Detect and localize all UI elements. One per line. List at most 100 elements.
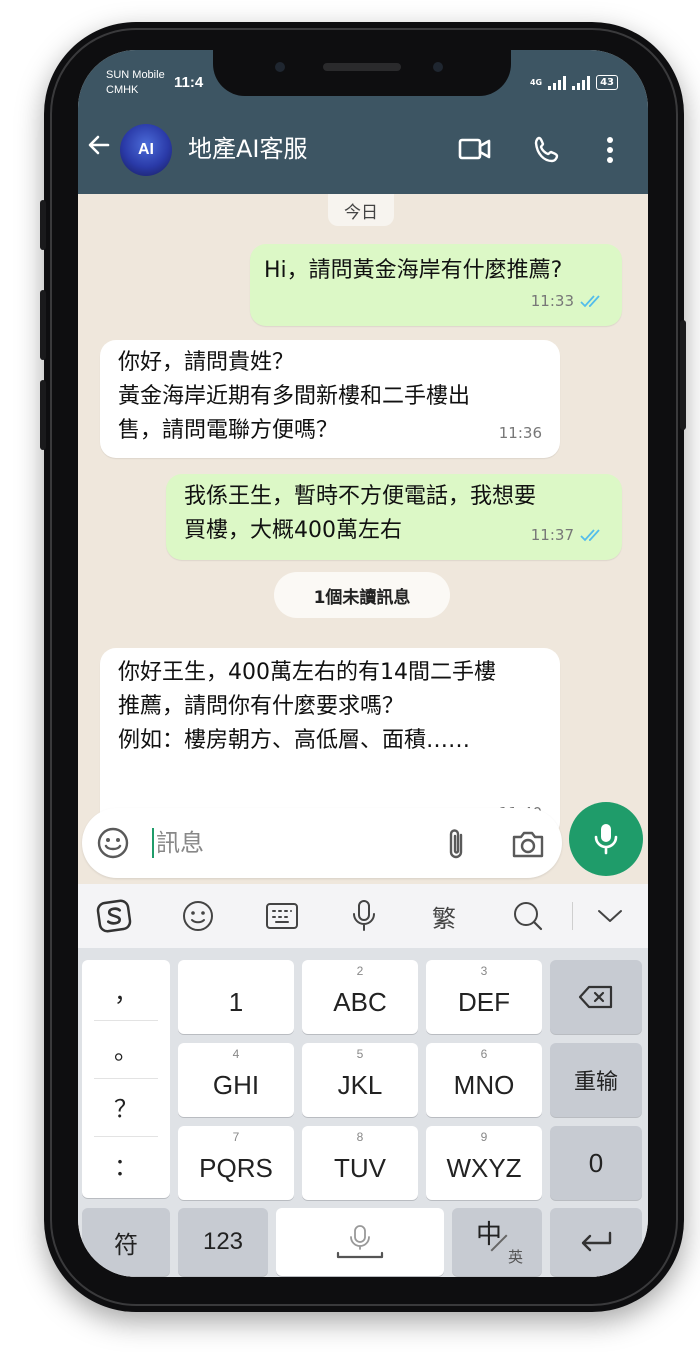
traditional-chinese-toggle[interactable]: 繁 — [426, 898, 462, 934]
backspace-icon — [578, 985, 613, 1009]
chevron-down-icon[interactable] — [592, 898, 628, 934]
signal-icon — [548, 75, 567, 90]
status-time: 11:4 — [174, 74, 204, 91]
front-camera — [275, 62, 285, 72]
emoji-icon[interactable] — [96, 826, 130, 864]
key-9[interactable]: 9 WXYZ — [426, 1126, 542, 1200]
signal-icon-2 — [572, 75, 591, 90]
key-sub: 7 — [232, 1130, 240, 1144]
message-time: 11:36 — [498, 424, 542, 442]
sensor — [433, 62, 443, 72]
key-label: MNO — [453, 1069, 515, 1100]
message-outgoing[interactable]: Hi，請問黃金海岸有什麼推薦? 11:33 — [250, 244, 622, 326]
search-icon[interactable] — [510, 898, 546, 934]
message-line: 你好王生，400萬左右的有14間二手樓 — [118, 660, 496, 685]
side-button-left-3 — [40, 380, 46, 450]
message-time: 11:33 — [530, 292, 574, 310]
message-line: 推薦，請問你有什麼要求嗎？ — [118, 694, 405, 719]
enter-key[interactable] — [550, 1208, 642, 1276]
attach-icon[interactable] — [444, 826, 468, 866]
read-ticks-icon — [580, 529, 600, 542]
carrier-line-1: SUN Mobile — [106, 69, 165, 81]
key-2[interactable]: 2 ABC — [302, 960, 418, 1034]
punct-key[interactable]: ？ — [82, 1078, 170, 1134]
lang-main-label: 中 — [476, 1219, 503, 1249]
message-input[interactable]: 訊息 — [152, 828, 204, 858]
key-1[interactable]: 1 — [178, 960, 294, 1034]
message-input-bar: 訊息 — [82, 808, 562, 878]
punct-key[interactable]: 。 — [82, 1020, 170, 1076]
unread-divider: 1個未讀訊息 — [274, 572, 450, 618]
backspace-key[interactable] — [550, 960, 642, 1034]
message-outgoing[interactable]: 我係王生，暫時不方便電話，我想要 買樓，大概400萬左右 11:37 — [166, 474, 622, 560]
key-label: TUV — [334, 1152, 386, 1183]
key-label: PQRS — [199, 1152, 273, 1183]
status-icons: 4G 43 — [530, 75, 618, 90]
battery-icon: 43 — [596, 75, 618, 90]
message-line: 黃金海岸近期有多間新樓和二手樓出 — [118, 384, 471, 409]
key-label: 1 — [228, 986, 244, 1017]
space-mic-icon — [336, 1225, 384, 1259]
key-sub: 6 — [480, 1047, 488, 1061]
punctuation-column: ， 。 ？ ： — [82, 960, 170, 1198]
camera-icon[interactable] — [510, 828, 546, 864]
key-sub: 9 — [480, 1130, 488, 1144]
message-meta: 11:36 — [499, 416, 542, 450]
side-button-left-1 — [40, 200, 46, 250]
key-5[interactable]: 5 JKL — [302, 1043, 418, 1117]
lang-sub-label: 英 — [508, 1249, 524, 1266]
key-7[interactable]: 7 PQRS — [178, 1126, 294, 1200]
key-3[interactable]: 3 DEF — [426, 960, 542, 1034]
space-key[interactable] — [276, 1208, 444, 1276]
notch — [213, 50, 511, 96]
video-call-icon[interactable] — [458, 134, 492, 168]
key-label: GHI — [212, 1069, 260, 1100]
message-line: 例如：樓房朝方、高低層、面積…… — [118, 728, 471, 753]
message-incoming[interactable]: 你好，請問貴姓？ 黃金海岸近期有多間新樓和二手樓出 售，請問電聯方便嗎？ 11:… — [100, 340, 560, 458]
keyboard-toolbar: 繁 — [78, 884, 648, 948]
symbol-key[interactable]: 符 — [82, 1208, 170, 1276]
message-line: 售，請問電聯方便嗎？ — [118, 418, 339, 443]
more-vert-icon[interactable] — [606, 136, 614, 168]
date-chip: 今日 — [328, 194, 394, 226]
screen: SUN Mobile CMHK 11:4 4G 43 AI 地產AI客服 今日 — [78, 50, 648, 1277]
message-meta: 11:33 — [531, 284, 604, 318]
side-button-right — [680, 320, 686, 430]
key-8[interactable]: 8 TUV — [302, 1126, 418, 1200]
read-ticks-icon — [580, 295, 600, 308]
chat-area[interactable]: 今日 Hi，請問黃金海岸有什麼推薦? 11:33 你好，請問貴姓？ 黃金海岸近期… — [78, 194, 648, 884]
keyboard: ， 。 ？ ： 1 2 ABC 3 DEF 4 GHI 5 JKL 6 MNO … — [78, 948, 648, 1277]
key-4[interactable]: 4 GHI — [178, 1043, 294, 1117]
key-sub: 2 — [356, 964, 364, 978]
keyboard-icon[interactable] — [264, 898, 300, 934]
voice-input-icon[interactable] — [346, 898, 382, 934]
punct-key[interactable]: ， — [82, 962, 170, 1018]
carrier-line-2: CMHK — [106, 84, 139, 96]
key-6[interactable]: 6 MNO — [426, 1043, 542, 1117]
message-time: 11:37 — [530, 526, 574, 544]
punct-key[interactable]: ： — [82, 1136, 170, 1192]
key-0[interactable]: 0 — [550, 1126, 642, 1200]
key-label: WXYZ — [446, 1152, 522, 1183]
key-sub: 4 — [232, 1047, 240, 1061]
speaker — [323, 63, 401, 71]
numeric-key[interactable]: 123 — [178, 1208, 268, 1276]
message-text: Hi，請問黃金海岸有什麼推薦? — [264, 258, 563, 283]
message-line: 我係王生，暫時不方便電話，我想要 — [184, 484, 537, 509]
mic-icon — [594, 824, 618, 855]
retype-key[interactable]: 重输 — [550, 1043, 642, 1117]
back-arrow-icon[interactable] — [86, 132, 112, 164]
avatar[interactable]: AI — [120, 124, 172, 176]
emoji-panel-icon[interactable] — [180, 898, 216, 934]
message-line: 你好，請問貴姓？ — [118, 350, 295, 375]
key-label: ABC — [333, 986, 387, 1017]
chat-title[interactable]: 地產AI客服 — [188, 134, 308, 164]
voice-record-button[interactable] — [569, 802, 643, 876]
enter-icon — [581, 1231, 612, 1252]
phone-icon[interactable] — [532, 134, 564, 170]
key-label: DEF — [458, 986, 510, 1017]
language-switch-key[interactable]: 中 英 — [452, 1208, 542, 1276]
key-sub: 5 — [356, 1047, 364, 1061]
network-label: 4G — [529, 78, 543, 87]
sogou-logo-icon[interactable] — [96, 898, 132, 934]
